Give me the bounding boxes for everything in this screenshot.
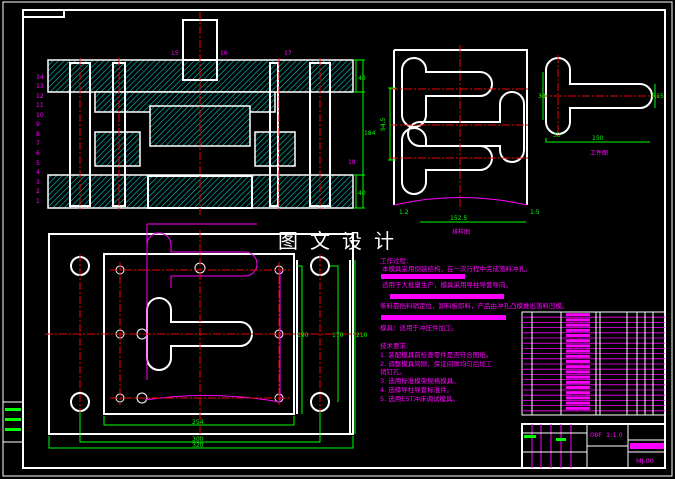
part-label: 2 [36, 188, 40, 195]
part-label: 14 [36, 74, 44, 81]
part-label: 1 [36, 198, 40, 205]
parts-list-cell [566, 328, 590, 332]
notes-paragraph: 模具：适用于冲压件加工。 [380, 323, 458, 332]
notes-heading: 工作过程: [380, 256, 408, 265]
part-label: 13 [36, 83, 44, 90]
dim-pitch: 94.5 [380, 117, 387, 131]
part-drawing-caption: 工件图 [590, 149, 608, 157]
strip-layout-caption: 排样图 [452, 228, 470, 236]
part-label: 16 [220, 50, 228, 57]
dim-strip-width: 152.5 [450, 215, 467, 222]
part-label: 18 [348, 159, 356, 166]
dim-h3: 210 [356, 332, 368, 339]
part-label: 10 [36, 112, 44, 119]
part-label: 15 [171, 50, 179, 57]
notes-paragraph: 条料靠挡料销定位，卸料板卸料，产品由冲孔凸模推出落料凹模。 [380, 301, 569, 310]
tech-item: 2. 调整模具间隙，保证间隙均匀后加工 [380, 359, 493, 368]
part-label: 5 [36, 160, 40, 167]
tech-item: 4. 选择导柱导套标准件。 [380, 385, 453, 394]
dim-lower: 40 [358, 190, 366, 197]
part-label: 12 [36, 93, 44, 100]
parts-list-cell [566, 344, 590, 348]
title-block: 08F 1:1.0 MJ-00 [521, 423, 666, 469]
parts-list-cell [566, 391, 590, 395]
dim-total: 184 [364, 130, 376, 137]
parts-list-cell [566, 334, 590, 337]
revision-block [2, 401, 24, 443]
scale: 1:1.0 [606, 431, 623, 439]
part-label: 9 [36, 121, 40, 128]
dim-h2: 170 [332, 332, 344, 339]
process-notes: 工作过程: 本模具采用倒装结构，在一次行程中完成落料冲孔。 适用于大批量生产，模… [380, 256, 569, 332]
dim-h1: 190 [297, 332, 309, 339]
dim-part-height: 38 [538, 93, 546, 100]
material: 08F [590, 431, 602, 439]
cad-drawing: 1 2 3 4 5 6 7 8 9 10 11 12 13 14 15 16 1… [2, 1, 673, 477]
parts-list-cell [566, 360, 590, 363]
dim-gap-left: 1.2 [399, 209, 409, 216]
parts-list-cell [566, 349, 590, 353]
part-label: 11 [36, 102, 44, 109]
strip-layout-view: 94.5 152.5 1.2 1.5 排样图 [380, 45, 540, 236]
die-section-view: 1 2 3 4 5 6 7 8 9 10 11 12 13 14 15 16 1… [36, 12, 376, 215]
parts-list-cell [566, 318, 590, 322]
die-plan-view: 254 300 320 190 170 210 [45, 223, 368, 449]
parts-list-cell [566, 380, 590, 384]
tech-item: 销钉孔。 [380, 367, 406, 376]
parts-list-cell [566, 375, 590, 379]
dim-part-length: 150 [592, 135, 604, 142]
watermark: 图文设计 [278, 229, 406, 253]
parts-list-cell [566, 406, 590, 410]
notes-paragraph: 本模具采用倒装结构，在一次行程中完成落料冲孔。 [382, 264, 532, 273]
part-label: 3 [36, 179, 40, 186]
part-label: 6 [36, 150, 40, 157]
parts-list-cell [566, 370, 590, 374]
part-label: 4 [36, 169, 40, 176]
parts-list-cell [566, 354, 590, 358]
technical-requirements: 技术要求: 1. 装配模具前检查零件是否符合图纸。 2. 调整模具间隙，保证间隙… [380, 341, 493, 403]
dim-part-head: 30 [553, 132, 561, 139]
parts-list-cell [566, 386, 590, 389]
dim-part-end: R15 [652, 93, 664, 100]
tech-item: 3. 选用标准模架规格模具。 [380, 376, 460, 385]
part-label: 7 [36, 140, 40, 147]
dim-bolt-span: 320 [192, 442, 204, 449]
tech-item: 1. 装配模具前检查零件是否符合图纸。 [380, 350, 492, 359]
parts-list-cell [566, 313, 590, 317]
parts-list-cell [566, 323, 590, 327]
dim-inner-width: 254 [192, 419, 204, 426]
parts-list-cell [566, 401, 590, 405]
notes-paragraph: 适用于大批量生产，模具采用导柱导套导向。 [382, 280, 512, 289]
parts-list-cell [566, 396, 590, 400]
tech-heading: 技术要求: [380, 341, 408, 350]
drawing-number: MJ-00 [636, 457, 654, 465]
tech-item: 5. 选用EST冲床调试模具。 [380, 394, 459, 403]
part-label: 17 [284, 50, 292, 57]
parts-list-cell [566, 339, 590, 343]
parts-list [521, 311, 666, 416]
part-drawing-view: 38 150 30 R15 工件图 [538, 55, 664, 157]
dim-gap-right: 1.5 [530, 209, 540, 216]
parts-list-cell [566, 365, 590, 369]
part-label: 8 [36, 131, 40, 138]
dim-upper: 40 [358, 75, 366, 82]
